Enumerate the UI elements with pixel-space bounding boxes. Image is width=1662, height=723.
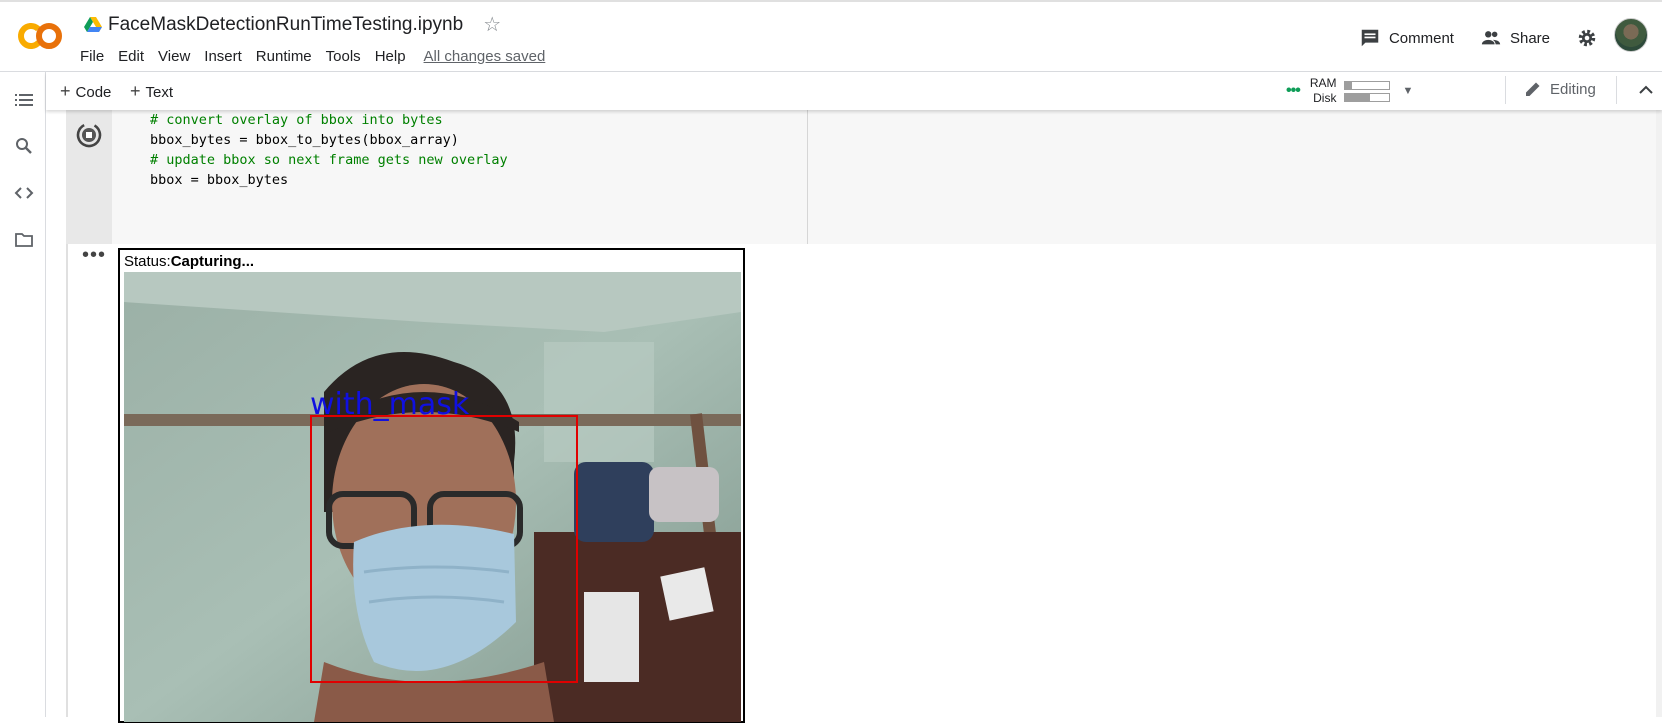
- status-value: Capturing...: [170, 253, 255, 270]
- menu-runtime[interactable]: Runtime: [256, 48, 319, 65]
- comment-button[interactable]: Comment: [1359, 27, 1454, 49]
- menu-tools[interactable]: Tools: [326, 48, 368, 65]
- menu-view[interactable]: View: [158, 48, 197, 65]
- disk-usage-bar: [1344, 92, 1391, 102]
- plus-icon: +: [60, 81, 71, 101]
- connected-status-icon: •••: [1286, 82, 1301, 99]
- plus-icon: +: [130, 81, 141, 101]
- add-text-button[interactable]: + Text: [130, 81, 173, 102]
- add-code-button[interactable]: + Code: [60, 81, 111, 102]
- colab-logo[interactable]: [16, 18, 64, 54]
- cell-gutter: [66, 110, 112, 244]
- code-line: # update bbox so next frame gets new ove…: [150, 152, 508, 168]
- chevron-up-icon[interactable]: [1636, 80, 1656, 100]
- table-of-contents-icon[interactable]: [14, 90, 34, 110]
- more-horiz-icon[interactable]: •••: [82, 244, 106, 267]
- code-line: bbox_bytes = bbox_to_bytes(bbox_array): [150, 132, 459, 148]
- notebook-area: # convert overlay of bbox into bytes bbo…: [46, 110, 1662, 723]
- menu-file[interactable]: File: [80, 48, 111, 65]
- code-line: bbox = bbox_bytes: [150, 172, 289, 188]
- avatar[interactable]: [1614, 18, 1648, 52]
- search-icon[interactable]: [14, 136, 34, 156]
- webcam-output-frame: Status:Capturing... with_mask: [118, 248, 745, 723]
- detection-label: with_mask: [310, 387, 470, 422]
- menu-insert[interactable]: Insert: [204, 48, 249, 65]
- ram-label: RAM: [1309, 76, 1337, 90]
- save-status-link[interactable]: All changes saved: [424, 48, 546, 65]
- notebook-toolbar: + Code + Text ••• RAM Disk ▼ Editing: [46, 72, 1662, 110]
- share-label: Share: [1509, 29, 1550, 47]
- menu-help[interactable]: Help: [375, 48, 413, 65]
- share-button[interactable]: Share: [1480, 27, 1550, 49]
- vertical-scrollbar[interactable]: [1656, 110, 1662, 717]
- disk-label: Disk: [1313, 91, 1337, 105]
- people-icon: [1481, 31, 1501, 45]
- chevron-down-icon[interactable]: ▼: [1402, 85, 1413, 97]
- menu-edit[interactable]: Edit: [118, 48, 151, 65]
- left-sidebar: [0, 72, 46, 717]
- resources-indicator[interactable]: ••• RAM Disk ▼: [1286, 76, 1413, 106]
- webcam-video: with_mask: [124, 272, 741, 722]
- ram-usage-bar: [1344, 80, 1391, 90]
- menu-bar: File Edit View Insert Runtime Tools Help…: [80, 48, 545, 65]
- status-prefix: Status:: [124, 253, 171, 270]
- code-snippets-icon[interactable]: [14, 183, 34, 203]
- pencil-icon: [1526, 82, 1540, 96]
- comment-label: Comment: [1388, 29, 1454, 47]
- code-line: # convert overlay of bbox into bytes: [150, 112, 443, 128]
- capture-status: Status:Capturing...: [124, 253, 254, 270]
- cell-output: ••• Status:Capturing... with_mask: [66, 244, 1656, 723]
- add-text-label: Text: [145, 84, 174, 101]
- google-drive-icon: [84, 17, 102, 32]
- folder-icon[interactable]: [14, 230, 34, 250]
- gear-icon[interactable]: [1576, 27, 1598, 49]
- editing-mode-button[interactable]: Editing: [1524, 80, 1596, 98]
- editing-label: Editing: [1550, 80, 1596, 98]
- app-header: FaceMaskDetectionRunTimeTesting.ipynb ☆ …: [0, 0, 1662, 72]
- code-editor[interactable]: # convert overlay of bbox into bytes bbo…: [112, 110, 808, 244]
- divider: [1616, 76, 1617, 104]
- detection-bounding-box: [310, 415, 578, 683]
- star-icon[interactable]: ☆: [483, 15, 501, 35]
- code-cell[interactable]: # convert overlay of bbox into bytes bbo…: [66, 110, 1656, 244]
- add-code-label: Code: [75, 84, 112, 101]
- comment-icon: [1361, 29, 1379, 47]
- notebook-title[interactable]: FaceMaskDetectionRunTimeTesting.ipynb: [108, 14, 463, 36]
- stop-execution-icon[interactable]: [74, 120, 104, 150]
- divider: [1505, 76, 1506, 104]
